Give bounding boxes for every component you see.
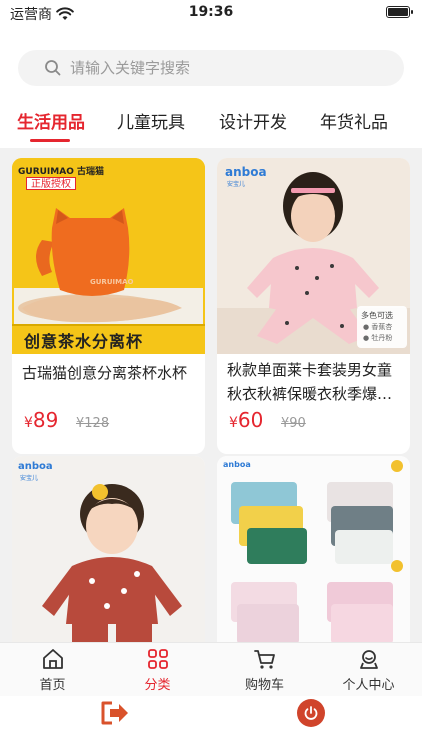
product-card[interactable]: anboa 安宝儿 多色可选 ● 香蕉杏 ● 牡丹粉 秋款单面莱卡套装男女童秋衣…: [217, 158, 410, 454]
product-price: ¥60: [229, 408, 263, 432]
tab-design-dev[interactable]: 设计开发: [219, 108, 287, 133]
price-value: 89: [32, 408, 59, 432]
price-value: 60: [237, 408, 264, 432]
tabbar-label: 个人中心: [342, 678, 395, 693]
product-title: 古瑞猫创意分离茶杯水杯: [22, 364, 188, 382]
tab-new-year-gifts[interactable]: 年货礼品: [320, 108, 388, 133]
tabbar-label: 首页: [39, 678, 66, 693]
product-image: [12, 456, 205, 642]
product-image: [217, 456, 410, 642]
status-time: 19:36: [188, 4, 234, 20]
product-grid: GURUIMAO 古瑞猫 正版授权 GURUIMAO 创意茶水分离杯 古瑞猫创意…: [0, 148, 422, 642]
original-price: ¥128: [76, 416, 110, 431]
bottom-tab-bar: 首页 分类 购物车 个人中心: [0, 642, 422, 696]
mug-logo-text: GURUIMAO: [90, 278, 134, 286]
image-caption: 创意茶水分离杯: [24, 332, 144, 351]
home-icon: [42, 649, 63, 669]
color-option-2: ● 牡丹粉: [363, 334, 393, 342]
product-card[interactable]: GURUIMAO 古瑞猫 正版授权 GURUIMAO 创意茶水分离杯 古瑞猫创意…: [12, 158, 205, 454]
tabbar-profile[interactable]: 个人中心: [316, 647, 421, 693]
search-icon: [45, 60, 61, 76]
image-brand-logo: anboa: [225, 165, 267, 179]
bottom-action-strip: [0, 696, 422, 750]
image-brand-logo: anboa: [18, 461, 53, 472]
search-bar[interactable]: [18, 50, 404, 86]
profile-icon: [359, 650, 378, 669]
image-brand-cn: 安宝儿: [227, 181, 246, 188]
price-currency: ¥: [24, 415, 33, 431]
category-tabs: 生活用品 儿童玩具 设计开发 年货礼品: [0, 100, 422, 144]
exit-icon[interactable]: [100, 700, 130, 726]
tabbar-label: 分类: [144, 678, 171, 693]
image-authorized-tag: 正版授权: [26, 177, 76, 190]
product-card[interactable]: anboa: [217, 456, 410, 642]
tabbar-cart[interactable]: 购物车: [212, 647, 317, 693]
battery-icon: [386, 6, 413, 18]
category-icon: [147, 649, 168, 669]
power-button[interactable]: [297, 699, 325, 727]
tab-daily-goods[interactable]: 生活用品: [17, 108, 85, 133]
image-brand-logo: anboa: [223, 460, 251, 469]
image-brand-text: GURUIMAO 古瑞猫: [18, 167, 104, 177]
color-option-1: ● 香蕉杏: [363, 323, 393, 331]
product-price: ¥89: [24, 408, 58, 432]
color-options-title: 多色可选: [361, 311, 393, 320]
price-currency: ¥: [229, 415, 238, 431]
power-icon: [304, 706, 318, 720]
tabbar-home[interactable]: 首页: [0, 647, 105, 693]
cart-icon: [253, 650, 275, 669]
tabbar-category[interactable]: 分类: [105, 647, 210, 693]
product-title: 秋款单面莱卡套装男女童秋衣秋裤保暖衣秋季爆…: [227, 361, 393, 403]
product-card[interactable]: anboa 安宝儿: [12, 456, 205, 642]
search-input[interactable]: [70, 59, 370, 77]
status-bar: 运营商 19:36: [0, 0, 422, 26]
image-brand-cn: 安宝儿: [20, 475, 39, 482]
tab-kids-toys[interactable]: 儿童玩具: [117, 108, 185, 133]
original-price: ¥90: [281, 416, 306, 431]
tabbar-label: 购物车: [244, 678, 284, 693]
active-tab-indicator: [30, 139, 70, 142]
